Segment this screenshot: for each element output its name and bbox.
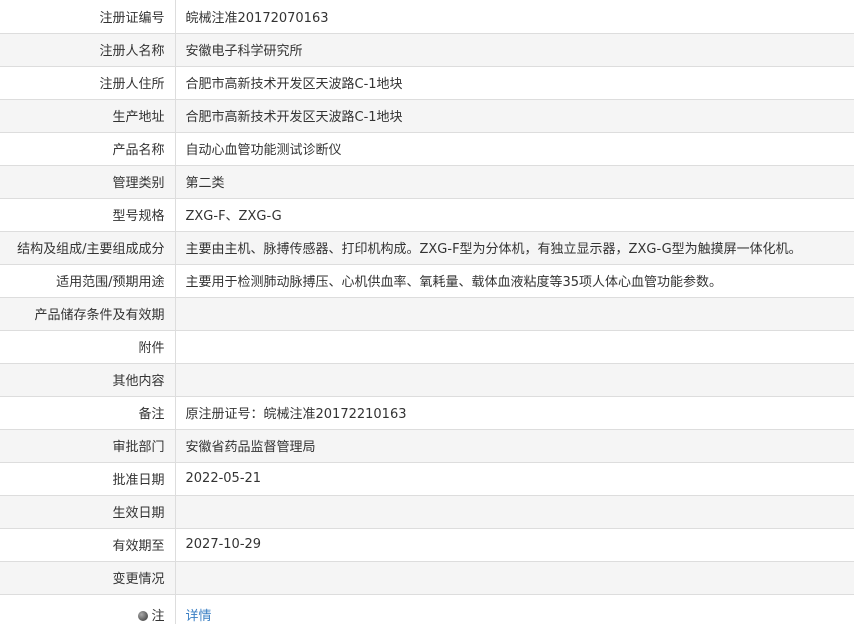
field-label: 有效期至 <box>0 528 176 562</box>
note-label: 注 <box>151 608 165 624</box>
table-row: 管理类别 第二类 <box>0 165 854 199</box>
field-value: 自动心血管功能测试诊断仪 <box>175 132 854 166</box>
field-value: 原注册证号：皖械注准20172210163 <box>175 396 854 430</box>
table-row: 产品储存条件及有效期 <box>0 297 854 331</box>
field-label: 其他内容 <box>0 363 176 397</box>
table-row: 附件 <box>0 330 854 364</box>
table-row: 审批部门 安徽省药品监督管理局 <box>0 429 854 463</box>
note-value-wrap: 详情 <box>186 605 212 624</box>
field-value <box>175 561 854 595</box>
table-row: 生产地址 合肥市高新技术开发区天波路C-1地块 <box>0 99 854 133</box>
field-value: 安徽电子科学研究所 <box>175 33 854 67</box>
table-row: 适用范围/预期用途 主要用于检测肺动脉搏压、心机供血率、氧耗量、载体血液粘度等3… <box>0 264 854 298</box>
field-value: 主要由主机、脉搏传感器、打印机构成。ZXG-F型为分体机，有独立显示器，ZXG-… <box>175 231 854 265</box>
field-label: 生产地址 <box>0 99 176 133</box>
field-value <box>175 330 854 364</box>
field-label: 生效日期 <box>0 495 176 529</box>
field-label: 产品名称 <box>0 132 176 166</box>
details-link[interactable]: 详情 <box>186 609 212 624</box>
info-dot-icon <box>138 610 149 621</box>
note-label-cell: 注 <box>0 594 176 624</box>
table-row: 生效日期 <box>0 495 854 529</box>
field-value: 主要用于检测肺动脉搏压、心机供血率、氧耗量、载体血液粘度等35项人体心血管功能参… <box>175 264 854 298</box>
field-value: ZXG-F、ZXG-G <box>175 198 854 232</box>
field-label: 批准日期 <box>0 462 176 496</box>
table-row: 有效期至 2027-10-29 <box>0 528 854 562</box>
field-value: 第二类 <box>175 165 854 199</box>
field-label: 注册人名称 <box>0 33 176 67</box>
table-row: 变更情况 <box>0 561 854 595</box>
field-label: 审批部门 <box>0 429 176 463</box>
field-value: 合肥市高新技术开发区天波路C-1地块 <box>175 66 854 100</box>
registration-detail-table: 注册证编号 皖械注准20172070163 注册人名称 安徽电子科学研究所 注册… <box>0 0 854 624</box>
note-row: 注 详情 <box>0 594 854 624</box>
field-label: 产品储存条件及有效期 <box>0 297 176 331</box>
table-row: 注册证编号 皖械注准20172070163 <box>0 0 854 34</box>
field-value <box>175 495 854 529</box>
field-value: 安徽省药品监督管理局 <box>175 429 854 463</box>
note-label-wrap: 注 <box>138 605 165 624</box>
field-label: 注册证编号 <box>0 0 176 34</box>
field-label: 管理类别 <box>0 165 176 199</box>
table-row: 结构及组成/主要组成成分 主要由主机、脉搏传感器、打印机构成。ZXG-F型为分体… <box>0 231 854 265</box>
table-row: 批准日期 2022-05-21 <box>0 462 854 496</box>
table-row: 备注 原注册证号：皖械注准20172210163 <box>0 396 854 430</box>
field-value <box>175 363 854 397</box>
field-value: 皖械注准20172070163 <box>175 0 854 34</box>
note-value-cell: 详情 <box>175 594 854 624</box>
field-value: 合肥市高新技术开发区天波路C-1地块 <box>175 99 854 133</box>
field-label: 变更情况 <box>0 561 176 595</box>
field-label: 结构及组成/主要组成成分 <box>0 231 176 265</box>
table-row: 产品名称 自动心血管功能测试诊断仪 <box>0 132 854 166</box>
field-label: 注册人住所 <box>0 66 176 100</box>
table-row: 注册人住所 合肥市高新技术开发区天波路C-1地块 <box>0 66 854 100</box>
field-label: 适用范围/预期用途 <box>0 264 176 298</box>
table-row: 型号规格 ZXG-F、ZXG-G <box>0 198 854 232</box>
field-label: 备注 <box>0 396 176 430</box>
field-value: 2027-10-29 <box>175 528 854 562</box>
table-row: 其他内容 <box>0 363 854 397</box>
table-row: 注册人名称 安徽电子科学研究所 <box>0 33 854 67</box>
field-label: 型号规格 <box>0 198 176 232</box>
field-value <box>175 297 854 331</box>
field-value: 2022-05-21 <box>175 462 854 496</box>
field-label: 附件 <box>0 330 176 364</box>
